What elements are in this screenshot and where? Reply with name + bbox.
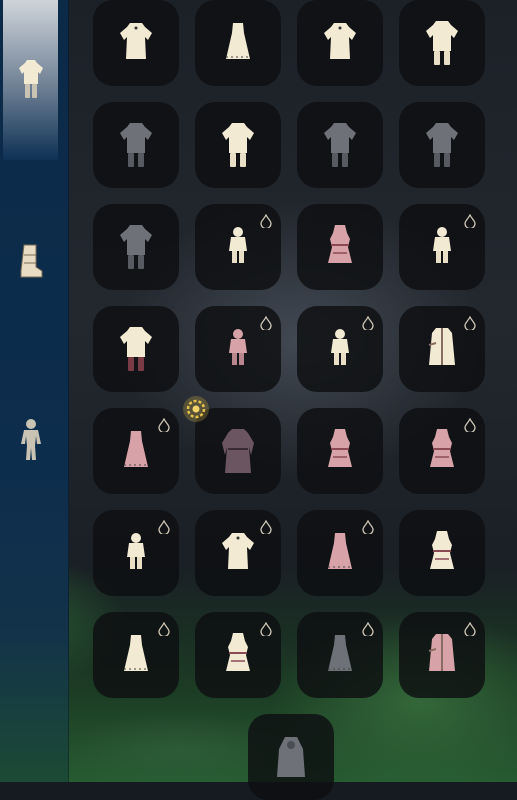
tab-outfits[interactable] — [3, 0, 58, 160]
tab-shoes[interactable] — [3, 182, 58, 342]
layered-outfit-icon — [226, 633, 250, 671]
dye-drop-icon — [464, 213, 476, 230]
dye-drop-icon — [362, 519, 374, 536]
robe-icon — [324, 23, 356, 59]
dress-icon — [328, 635, 352, 671]
outfit-slot[interactable] — [297, 204, 383, 290]
outfit-slot[interactable] — [195, 204, 281, 290]
outfit-slot[interactable] — [93, 204, 179, 290]
outfit-slot[interactable] — [297, 510, 383, 596]
outfit-slot[interactable] — [93, 0, 179, 86]
layered-outfit-icon — [430, 531, 454, 569]
dye-drop-icon — [260, 213, 272, 230]
new-badge-icon — [181, 394, 211, 424]
robe-pants-icon — [120, 123, 152, 167]
outfit-slot[interactable] — [93, 102, 179, 188]
dress-icon — [124, 431, 148, 467]
coat-icon — [428, 634, 455, 671]
outfit-slot[interactable] — [195, 0, 281, 86]
dye-drop-icon — [362, 621, 374, 638]
outfit-slot[interactable] — [399, 204, 485, 290]
dye-drop-icon — [158, 417, 170, 434]
layered-outfit-icon — [430, 429, 454, 467]
outfit-slot[interactable] — [93, 612, 179, 698]
robe-pants-icon — [426, 123, 458, 167]
dye-drop-icon — [362, 315, 374, 332]
tab-body[interactable] — [3, 360, 58, 520]
outfit-slot[interactable] — [399, 0, 485, 86]
outfit-slot[interactable] — [195, 306, 281, 392]
outfit-slot[interactable] — [248, 714, 334, 800]
outfit-slot[interactable] — [195, 510, 281, 596]
outfit-slot[interactable] — [297, 408, 383, 494]
dye-drop-icon — [158, 621, 170, 638]
dress-icon — [226, 23, 250, 59]
dye-drop-icon — [464, 315, 476, 332]
robe-pants-icon — [222, 123, 254, 167]
outfit-slot[interactable] — [297, 306, 383, 392]
robe-pants-icon — [120, 225, 152, 269]
outfit-slot[interactable] — [399, 408, 485, 494]
dress-icon — [328, 533, 352, 569]
robe-pants-icon — [120, 327, 152, 371]
outfit-slot[interactable] — [297, 0, 383, 86]
layered-outfit-icon — [328, 225, 352, 263]
robe-icon — [222, 533, 254, 569]
dye-drop-icon — [260, 621, 272, 638]
outfit-slot[interactable] — [93, 408, 179, 494]
outfit-slot[interactable] — [399, 510, 485, 596]
outfit-slot[interactable] — [297, 612, 383, 698]
long-robe-icon — [222, 429, 254, 473]
robe-icon — [120, 23, 152, 59]
outfit-slot[interactable] — [183, 396, 281, 494]
layered-outfit-icon — [328, 429, 352, 467]
outfit-slot[interactable] — [399, 306, 485, 392]
small-outfit-icon — [229, 329, 247, 365]
dye-drop-icon — [260, 315, 272, 332]
outfit-slot[interactable] — [93, 510, 179, 596]
small-outfit-icon — [127, 533, 145, 569]
boot-icon — [20, 244, 42, 278]
outfit-slot[interactable] — [195, 102, 281, 188]
cloak-icon — [277, 737, 305, 777]
robe-pants-icon — [426, 21, 458, 65]
outfit-slot[interactable] — [297, 102, 383, 188]
category-sidebar — [0, 0, 69, 782]
outfit-slot[interactable] — [399, 612, 485, 698]
small-outfit-icon — [229, 227, 247, 263]
outfit-slot[interactable] — [93, 306, 179, 392]
robe-pants-icon — [324, 123, 356, 167]
outfit-icon — [18, 60, 43, 98]
dye-drop-icon — [158, 519, 170, 536]
small-outfit-icon — [433, 227, 451, 263]
small-outfit-icon — [331, 329, 349, 365]
dye-drop-icon — [464, 417, 476, 434]
dye-drop-icon — [260, 519, 272, 536]
outfit-slot[interactable] — [399, 102, 485, 188]
body-icon — [20, 419, 41, 460]
dress-icon — [124, 635, 148, 671]
coat-icon — [428, 328, 455, 365]
outfit-slot[interactable] — [195, 612, 281, 698]
dye-drop-icon — [464, 621, 476, 638]
